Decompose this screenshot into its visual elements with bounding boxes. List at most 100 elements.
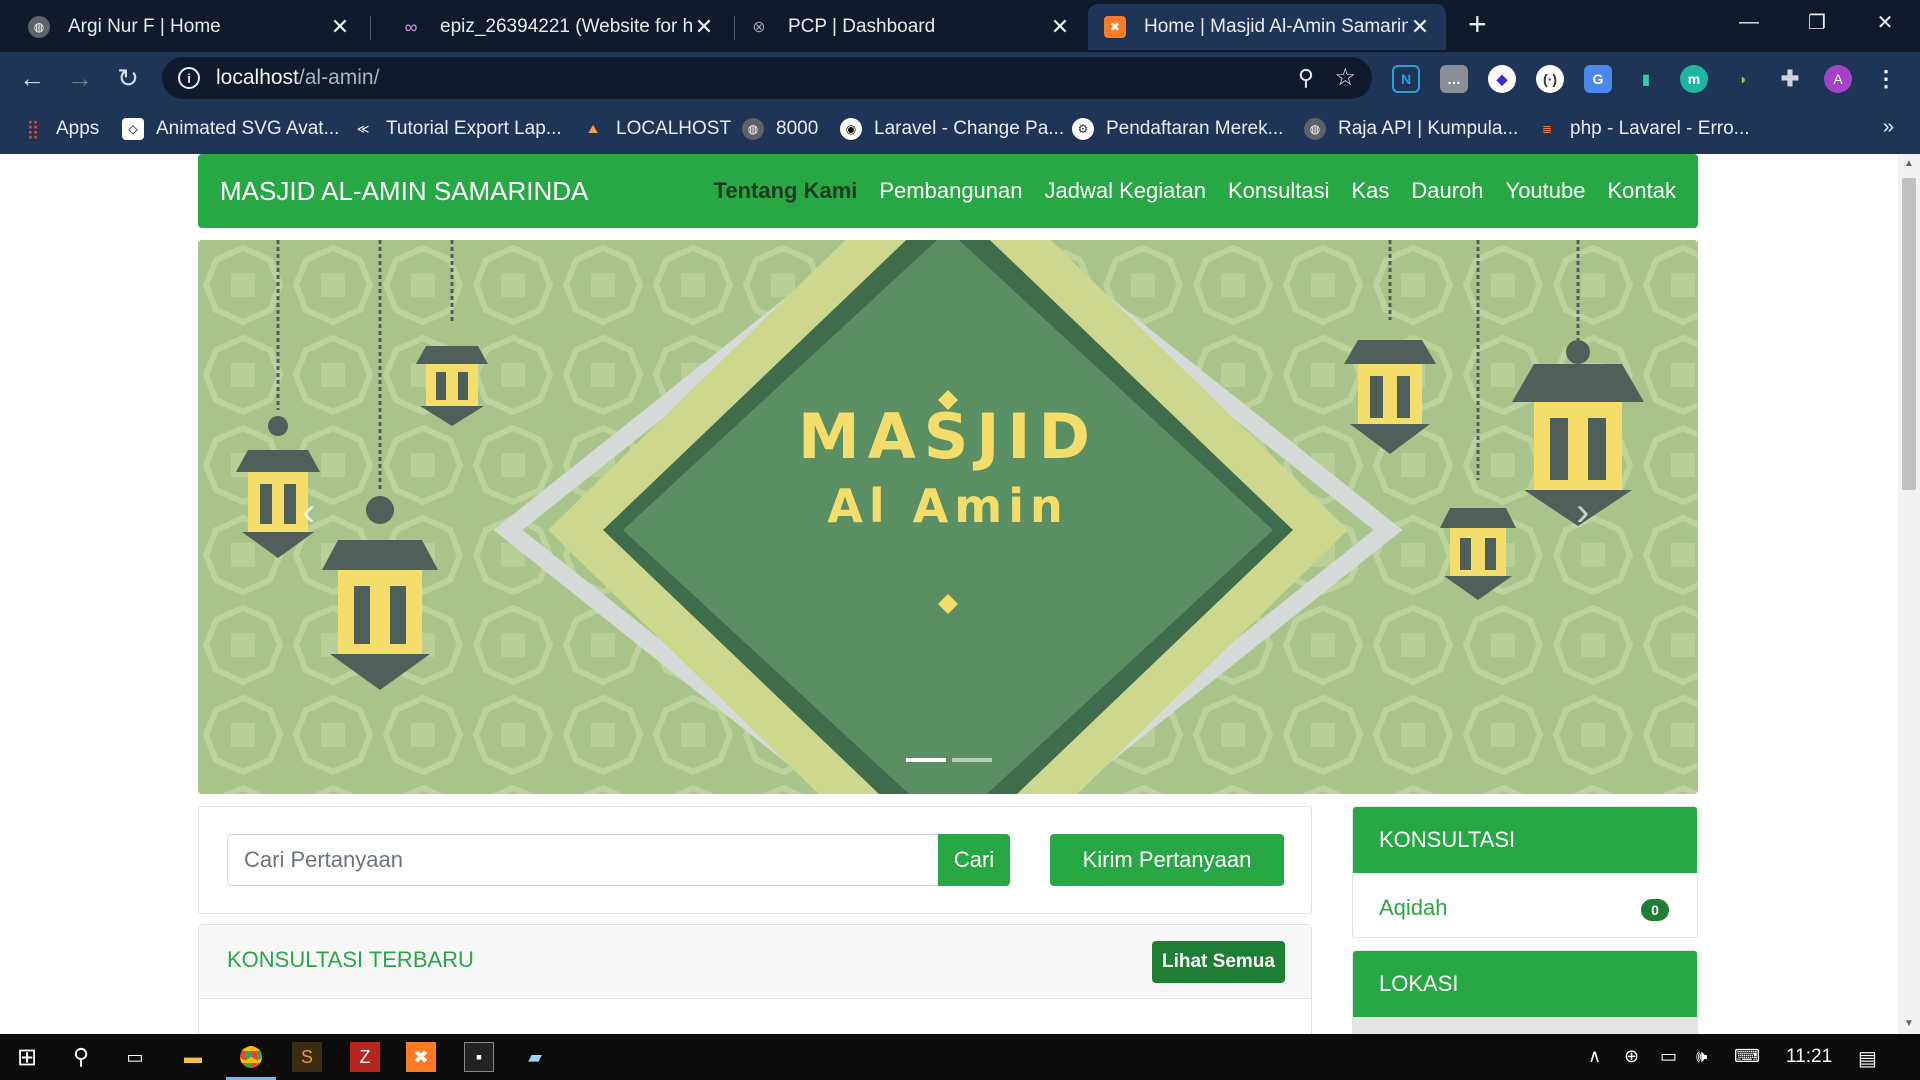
site-brand[interactable]: MASJID AL-AMIN SAMARINDA [220, 176, 692, 207]
bookmarks-overflow-icon[interactable]: » [1883, 116, 1894, 139]
scroll-down-icon[interactable]: ▼ [1902, 1018, 1916, 1029]
bookmark-svg-avatar[interactable]: ◇ Animated SVG Avat... [122, 116, 339, 142]
n-extension-icon[interactable]: N [1392, 65, 1420, 93]
apps-grid-icon: ⣿ [26, 118, 40, 139]
tab-masjid[interactable]: ✖ Home | Masjid Al-Amin Samarinda ✕ [1088, 4, 1446, 50]
m-extension-icon[interactable]: m [1680, 65, 1708, 93]
view-all-button[interactable]: Lihat Semua [1152, 941, 1285, 983]
bookmark-raja-api[interactable]: ◍ Raja API | Kumpula... [1304, 116, 1518, 142]
tab-argi[interactable]: ◍ Argi Nur F | Home ✕ [0, 4, 366, 50]
zoom-icon[interactable]: ⚲ [1298, 65, 1314, 91]
back-button[interactable]: ← [16, 62, 48, 94]
nav-kas[interactable]: Kas [1351, 178, 1389, 204]
xampp-icon: ⛰ [587, 121, 599, 136]
carousel-indicator[interactable] [906, 758, 946, 762]
carousel-indicators [903, 758, 995, 762]
notepad-icon[interactable]: ▰ [520, 1042, 550, 1072]
close-icon[interactable]: ✕ [1048, 14, 1072, 40]
page-scrollbar[interactable]: ▲ ▼ [1898, 154, 1920, 1034]
bookmarks-bar: ⣿ Apps ◇ Animated SVG Avat... ≪ Tutorial Ex… [0, 104, 1920, 154]
location-sidebar-title: LOKASI [1353, 951, 1697, 1017]
address-bar[interactable]: i localhost/al-amin/ ⚲ ☆ [162, 57, 1372, 99]
tray-overflow-icon[interactable]: ∧ [1588, 1046, 1601, 1067]
laravel-icon: ◉ [840, 118, 862, 140]
nav-kontak[interactable]: Kontak [1608, 178, 1677, 204]
restore-button[interactable]: ❐ [1782, 0, 1852, 44]
file-explorer-icon[interactable]: ▬ [178, 1042, 208, 1072]
tab-title: Argi Nur F | Home [68, 16, 221, 37]
windows-taskbar: ⊞ ⚲ ▭ ▬ S Z ✖ ▪ ▰ ∧ ⊕ ▭ 🕪 ⌨ 11:21 ▤ [0, 1034, 1920, 1080]
bookmark-laravel[interactable]: ◉ Laravel - Change Pa... [840, 116, 1064, 142]
bookmark-tutorial[interactable]: ≪ Tutorial Export Lap... [352, 116, 562, 142]
bookmark-label: Pendaftaran Merek... [1106, 118, 1284, 139]
bookmark-label: Animated SVG Avat... [156, 118, 340, 139]
battery-icon[interactable]: ▭ [1660, 1046, 1677, 1067]
volume-icon[interactable]: 🕪 [1696, 1046, 1707, 1067]
close-window-button[interactable]: ✕ [1850, 0, 1920, 44]
close-icon[interactable]: ✕ [328, 14, 352, 40]
minimize-button[interactable]: — [1714, 0, 1784, 44]
tab-title: epiz_26394221 (Website for hum [440, 16, 692, 37]
nav-dauroh[interactable]: Dauroh [1411, 178, 1483, 204]
nav-konsultasi[interactable]: Konsultasi [1228, 178, 1330, 204]
close-icon[interactable]: ✕ [1408, 14, 1432, 40]
latest-consultation-card: KONSULTASI TERBARU Lihat Semua [198, 924, 1312, 1034]
bookmark-localhost[interactable]: ⛰ LOCALHOST [582, 116, 731, 142]
nav-jadwal-kegiatan[interactable]: Jadwal Kegiatan [1045, 178, 1206, 204]
carousel-indicator[interactable] [952, 758, 992, 762]
tab-epiz[interactable]: ∞ epiz_26394221 (Website for hum ✕ [372, 4, 730, 50]
bookmark-8000[interactable]: ◍ 8000 [742, 116, 818, 142]
send-question-button[interactable]: Kirim Pertanyaan [1050, 834, 1284, 886]
nav-pembangunan[interactable]: Pembangunan [879, 178, 1022, 204]
bookmark-merek[interactable]: ⚙ Pendaftaran Merek... [1072, 116, 1283, 142]
tab-pcp[interactable]: ⊗ PCP | Dashboard ✕ [720, 4, 1086, 50]
scrollbar-thumb[interactable] [1902, 178, 1916, 490]
menu-kebab-icon[interactable]: ⋮ [1872, 65, 1900, 93]
search-button[interactable]: Cari [938, 834, 1010, 886]
code-extension-icon[interactable]: (·) [1536, 65, 1564, 93]
category-link-aqidah[interactable]: Aqidah [1379, 895, 1448, 921]
scroll-up-icon[interactable]: ▲ [1902, 158, 1916, 169]
hero-banner-image: MASJID Al Amin [198, 240, 1698, 794]
chrome-icon[interactable] [226, 1042, 276, 1080]
bookmark-php-laravel[interactable]: ≣ php - Lavarel - Erro... [1536, 116, 1750, 142]
bookmark-apps[interactable]: ⣿ Apps [22, 116, 99, 142]
forward-button[interactable]: → [64, 62, 96, 94]
translate-extension-icon[interactable]: G [1584, 65, 1612, 93]
carousel-prev-icon[interactable]: ‹ [302, 490, 315, 535]
info-icon[interactable]: i [178, 67, 200, 89]
carousel-next-icon[interactable]: › [1576, 490, 1589, 535]
chat-extension-icon[interactable]: … [1440, 65, 1468, 93]
nav-tentang-kami[interactable]: Tentang Kami [714, 178, 858, 204]
puzzle-extensions-icon[interactable]: ✚ [1776, 65, 1804, 93]
browser-toolbar: ← → ↻ i localhost/al-amin/ ⚲ ☆ N … ◆ (·)… [0, 52, 1920, 104]
xampp-icon: ✖ [1104, 16, 1126, 38]
reload-button[interactable]: ↻ [112, 62, 144, 94]
tab-title: PCP | Dashboard [788, 16, 936, 37]
search-input[interactable]: Cari Pertanyaan [227, 834, 939, 886]
keyboard-icon[interactable]: ⌨ [1734, 1046, 1760, 1067]
stackoverflow-icon: ≣ [1541, 122, 1553, 136]
xampp-icon[interactable]: ✖ [406, 1042, 436, 1072]
consultation-sidebar-card: KONSULTASI Aqidah 0 [1352, 806, 1698, 938]
close-icon[interactable]: ✕ [692, 14, 716, 40]
filezilla-icon[interactable]: Z [350, 1042, 380, 1072]
task-view-icon[interactable]: ▭ [120, 1042, 150, 1072]
terminal-icon[interactable]: ▪ [464, 1042, 494, 1072]
windows-start-icon[interactable]: ⊞ [12, 1042, 42, 1072]
sublime-text-icon[interactable]: S [292, 1042, 322, 1072]
site-navbar: MASJID AL-AMIN SAMARINDA Tentang Kami Pe… [198, 154, 1698, 228]
profile-avatar[interactable]: A [1824, 65, 1852, 93]
codepen-icon: ◇ [122, 118, 144, 140]
diamond-extension-icon[interactable]: ◆ [1488, 65, 1516, 93]
search-icon[interactable]: ⚲ [66, 1042, 96, 1072]
nav-youtube[interactable]: Youtube [1506, 178, 1586, 204]
green-extension-icon[interactable]: ▮ [1632, 65, 1660, 93]
bookmark-label: 8000 [776, 118, 819, 139]
notifications-icon[interactable]: ▤ [1858, 1046, 1877, 1071]
bookmark-star-icon[interactable]: ☆ [1334, 63, 1356, 92]
taskbar-clock[interactable]: 11:21 [1786, 1046, 1832, 1068]
color-extension-icon[interactable]: ◑ [1728, 65, 1756, 93]
new-tab-button[interactable]: + [1468, 6, 1487, 43]
network-globe-icon[interactable]: ⊕ [1624, 1046, 1639, 1067]
